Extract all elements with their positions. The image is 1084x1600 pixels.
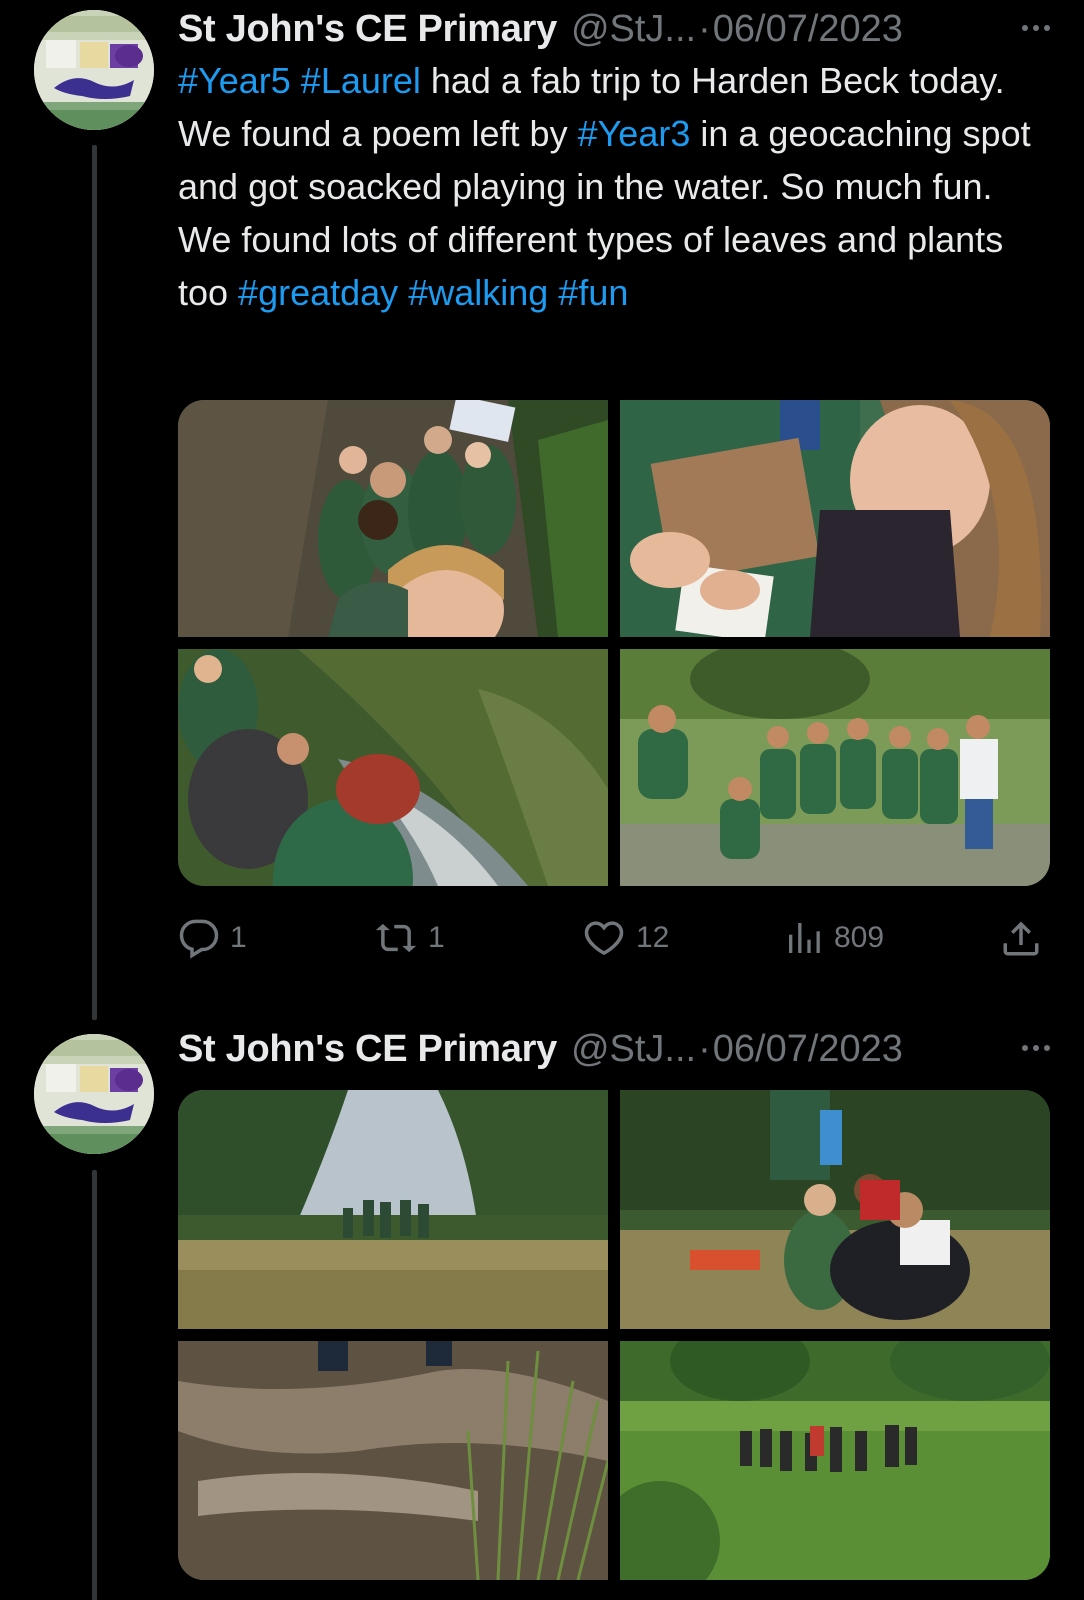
hashtag-link[interactable]: #Laurel: [301, 60, 421, 101]
heart-icon: [584, 921, 624, 956]
tweet-header: St John's CE Primary @StJ... · 06/07/202…: [178, 1022, 1058, 1076]
photo-meadow-writing: [620, 1090, 1050, 1329]
like-count: 12: [636, 921, 670, 954]
reply-icon: [179, 919, 219, 959]
avatar[interactable]: [34, 10, 154, 130]
tweet-text-segment: [398, 272, 408, 313]
photo-3[interactable]: [178, 649, 608, 886]
author-handle[interactable]: @StJ...: [571, 8, 696, 51]
photo-4[interactable]: [620, 649, 1050, 886]
photo-stream-rocks: [178, 649, 608, 886]
repost-icon: [375, 923, 417, 953]
photo-4[interactable]: [620, 1341, 1050, 1580]
reply-count: 1: [230, 921, 247, 954]
hashtag-link[interactable]: #Year3: [578, 113, 691, 154]
school-logo-icon: [34, 10, 154, 130]
photo-2[interactable]: [620, 1090, 1050, 1329]
hashtag-link[interactable]: #walking: [408, 272, 548, 313]
photo-2[interactable]: [620, 400, 1050, 637]
action-bar: 1 1 12 809: [178, 908, 1050, 968]
tweet-1[interactable]: St John's CE Primary @StJ... · 06/07/202…: [0, 0, 1084, 1020]
author-name[interactable]: St John's CE Primary: [178, 1028, 557, 1071]
repost-count: 1: [428, 921, 445, 954]
photo-group-in-stream: [620, 649, 1050, 886]
media-grid[interactable]: [178, 400, 1050, 886]
like-button[interactable]: 12: [582, 908, 669, 968]
thread-line: [92, 145, 97, 1020]
views-icon: [789, 923, 820, 953]
photo-1[interactable]: [178, 400, 608, 637]
thread-line: [92, 1170, 97, 1600]
hashtag-link[interactable]: #greatday: [238, 272, 398, 313]
more-icon[interactable]: [1014, 1028, 1058, 1068]
tweet-text: #Year5 #Laurel had a fab trip to Harden …: [178, 54, 1038, 319]
school-logo-icon: [34, 1034, 154, 1154]
view-count: 809: [834, 921, 885, 954]
more-icon[interactable]: [1014, 8, 1058, 48]
share-button[interactable]: [1000, 908, 1042, 968]
photo-meadow-walk: [620, 1341, 1050, 1580]
views-button[interactable]: 809: [784, 908, 884, 968]
tweet-text-segment: [548, 272, 558, 313]
photo-1[interactable]: [178, 1090, 608, 1329]
photo-3[interactable]: [178, 1341, 608, 1580]
reply-button[interactable]: 1: [178, 908, 247, 968]
tweet-date[interactable]: 06/07/2023: [713, 8, 903, 51]
hashtag-link[interactable]: #Year5: [178, 60, 291, 101]
hashtag-link[interactable]: #fun: [558, 272, 628, 313]
repost-button[interactable]: 1: [374, 908, 445, 968]
tweet-date[interactable]: 06/07/2023: [713, 1028, 903, 1071]
tweet-text-segment: [291, 60, 301, 101]
separator-dot: ·: [698, 1027, 711, 1070]
photo-field-group: [178, 1090, 608, 1329]
share-icon: [1003, 921, 1039, 956]
photo-group-selfie: [178, 400, 608, 637]
avatar[interactable]: [34, 1034, 154, 1154]
media-grid[interactable]: [178, 1090, 1050, 1580]
separator-dot: ·: [698, 7, 711, 50]
photo-stream-splash: [178, 1341, 608, 1580]
photo-clipboard: [620, 400, 1050, 637]
tweet-2[interactable]: St John's CE Primary @StJ... · 06/07/202…: [0, 1022, 1084, 1600]
tweet-header: St John's CE Primary @StJ... · 06/07/202…: [178, 2, 1058, 56]
author-handle[interactable]: @StJ...: [571, 1028, 696, 1071]
author-name[interactable]: St John's CE Primary: [178, 8, 557, 51]
